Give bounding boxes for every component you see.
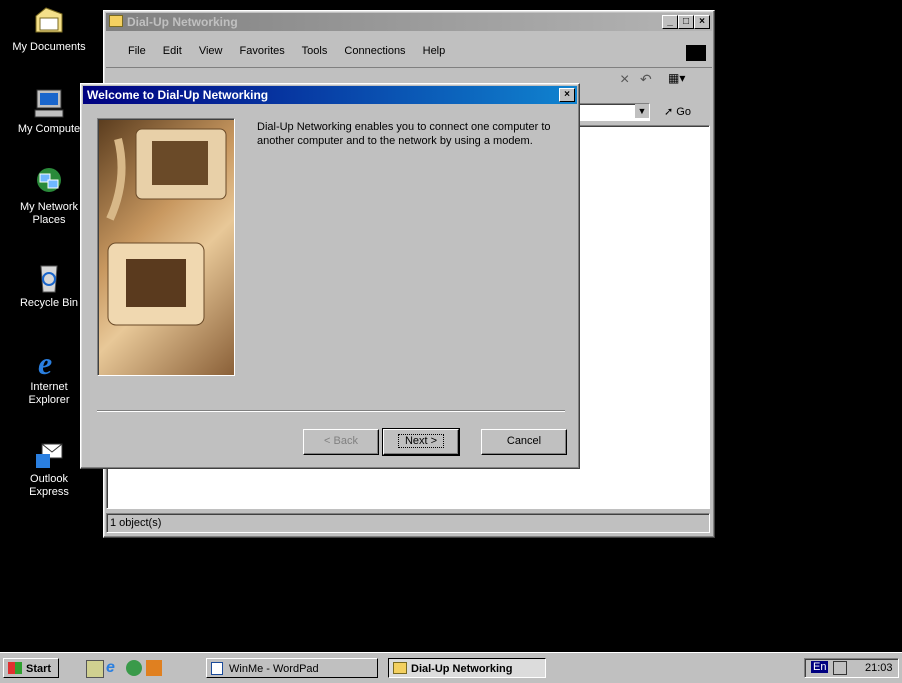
maximize-button[interactable]: □	[678, 15, 694, 29]
views-icon[interactable]: ▦▾	[668, 71, 685, 85]
desktop-icon-label: Internet Explorer	[28, 381, 70, 406]
task-dial-up-networking[interactable]: Dial-Up Networking	[388, 658, 546, 678]
internet-explorer-icon[interactable]: e	[106, 660, 122, 676]
wizard-description: Dial-Up Networking enables you to connec…	[257, 121, 551, 147]
explorer-title: Dial-Up Networking	[127, 15, 238, 29]
wizard-titlebar[interactable]: Welcome to Dial-Up Networking ×	[83, 86, 577, 104]
wizard-dialog: Welcome to Dial-Up Networking × Dial-Up …	[80, 83, 580, 469]
menu-connections[interactable]: Connections	[344, 45, 405, 57]
taskbar: Start e WinMe - WordPad Dial-Up Networki…	[0, 652, 902, 683]
desktop-icon-label: Recycle Bin	[19, 297, 79, 309]
cancel-button[interactable]: Cancel	[481, 429, 567, 455]
minimize-button[interactable]: _	[662, 15, 678, 29]
undo-icon[interactable]: ↶	[640, 71, 652, 88]
menu-tools[interactable]: Tools	[302, 45, 328, 57]
divider	[97, 410, 565, 412]
desktop-icon-label: Outlook Express	[29, 473, 69, 498]
computer-icon	[32, 88, 66, 120]
menu-view[interactable]: View	[199, 45, 223, 57]
wizard-illustration	[97, 118, 235, 376]
menu-help[interactable]: Help	[423, 45, 446, 57]
clock[interactable]: 21:03	[865, 662, 893, 674]
address-field[interactable]: ▼	[578, 103, 650, 121]
network-icon	[32, 166, 66, 198]
menu-favorites[interactable]: Favorites	[240, 45, 285, 57]
internet-explorer-icon: e	[32, 345, 66, 381]
desktop-icon-my-documents[interactable]: My Documents	[0, 6, 98, 54]
computers-image	[106, 128, 227, 326]
network-tray-icon[interactable]	[833, 661, 847, 675]
desktop-icon-label: My Compute	[17, 123, 81, 135]
desktop-icon-label: My Documents	[12, 41, 86, 53]
windows-logo-icon	[686, 45, 706, 61]
next-button[interactable]: Next >	[382, 428, 460, 456]
chevron-down-icon[interactable]: ▼	[635, 104, 649, 118]
network-icon[interactable]	[126, 660, 142, 676]
close-button[interactable]: ×	[694, 15, 710, 29]
go-arrow-icon: ➚	[664, 106, 674, 118]
windows-logo-icon	[8, 662, 22, 674]
desktop-icon-label: My Network Places	[19, 201, 79, 226]
explorer-titlebar[interactable]: Dial-Up Networking _ □ ×	[106, 13, 712, 31]
folder-icon	[109, 15, 123, 27]
media-player-icon[interactable]	[146, 660, 162, 676]
menu-edit[interactable]: Edit	[163, 45, 182, 57]
outlook-express-icon	[32, 438, 66, 470]
back-button[interactable]: < Back	[303, 429, 379, 455]
menu-file[interactable]: File	[128, 45, 146, 57]
menu-bar: File Edit View Favorites Tools Connectio…	[128, 45, 459, 57]
go-button[interactable]: ➚ Go	[664, 105, 691, 118]
language-indicator[interactable]: En	[811, 661, 829, 673]
svg-text:e: e	[38, 346, 52, 378]
system-tray: En 21:03	[804, 658, 899, 678]
close-button[interactable]: ×	[559, 88, 575, 102]
delete-icon[interactable]: ×	[620, 71, 629, 89]
recycle-bin-icon	[32, 262, 66, 294]
wizard-title: Welcome to Dial-Up Networking	[87, 88, 269, 102]
folder-icon	[32, 6, 66, 38]
task-wordpad[interactable]: WinMe - WordPad	[206, 658, 378, 678]
folder-icon	[393, 662, 407, 674]
show-desktop-icon[interactable]	[86, 660, 104, 678]
status-bar: 1 object(s)	[106, 513, 710, 533]
status-text: 1 object(s)	[110, 517, 162, 529]
start-button[interactable]: Start	[3, 658, 59, 678]
wordpad-icon	[211, 662, 223, 675]
